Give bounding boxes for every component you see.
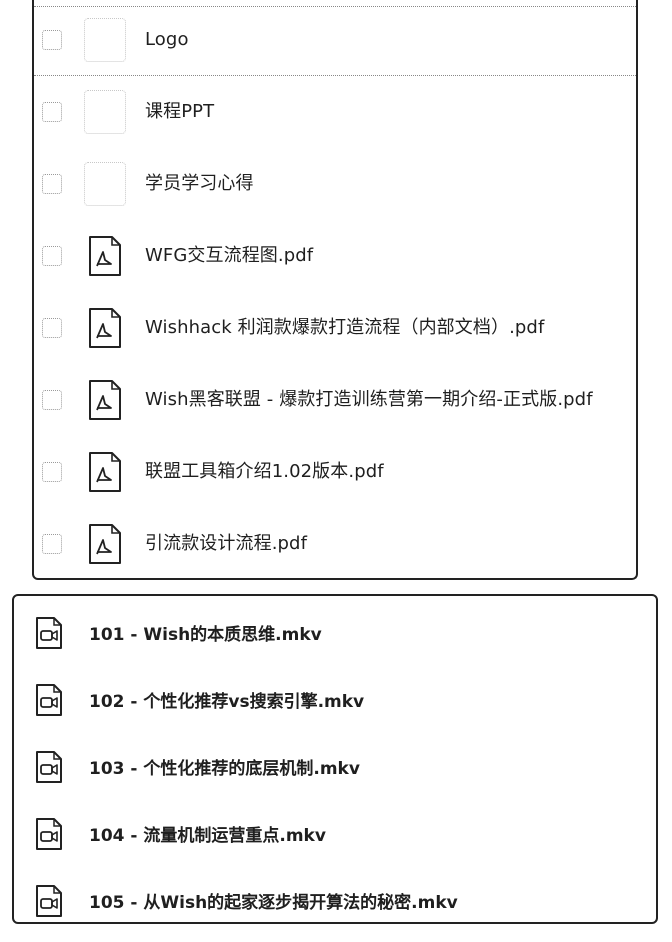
- video-file-icon: [34, 884, 64, 918]
- file-name[interactable]: 引流款设计流程.pdf: [145, 508, 307, 580]
- checkbox[interactable]: [42, 534, 62, 554]
- file-row[interactable]: 学员学习心得: [34, 148, 636, 220]
- checkbox[interactable]: [42, 174, 62, 194]
- file-row[interactable]: 引流款设计流程.pdf: [34, 508, 636, 580]
- file-row[interactable]: WFG交互流程图.pdf: [34, 220, 636, 292]
- checkbox[interactable]: [42, 318, 62, 338]
- video-file-icon: [34, 817, 64, 851]
- file-name[interactable]: 课程PPT: [145, 76, 214, 148]
- file-row[interactable]: Logo: [34, 4, 636, 76]
- video-row[interactable]: 105 - 从Wish的起家逐步揭开算法的秘密.mkv: [14, 864, 656, 931]
- video-file-name[interactable]: 105 - 从Wish的起家逐步揭开算法的秘密.mkv: [89, 864, 458, 942]
- file-row[interactable]: 联盟工具箱介绍1.02版本.pdf: [34, 436, 636, 508]
- checkbox[interactable]: [42, 390, 62, 410]
- file-row[interactable]: 课程PPT: [34, 76, 636, 148]
- file-row[interactable]: Wish黑客联盟 - 爆款打造训练营第一期介绍-正式版.pdf: [34, 364, 636, 436]
- file-name[interactable]: WFG交互流程图.pdf: [145, 220, 313, 292]
- pdf-file-icon: [84, 450, 126, 494]
- pdf-file-icon: [84, 378, 126, 422]
- videos-panel: 101 - Wish的本质思维.mkv 102 - 个性化推荐vs搜索引擎.mk…: [12, 594, 658, 924]
- pdf-file-icon: [84, 522, 126, 566]
- file-row[interactable]: Wishhack 利润款爆款打造流程（内部文档）.pdf: [34, 292, 636, 364]
- pdf-file-icon: [84, 234, 126, 278]
- video-row[interactable]: 101 - Wish的本质思维.mkv: [14, 596, 656, 663]
- checkbox[interactable]: [42, 30, 62, 50]
- checkbox[interactable]: [42, 462, 62, 482]
- video-row[interactable]: 104 - 流量机制运营重点.mkv: [14, 797, 656, 864]
- folder-thumbnail-icon: [84, 90, 126, 134]
- pdf-file-icon: [84, 306, 126, 350]
- video-row[interactable]: 103 - 个性化推荐的底层机制.mkv: [14, 730, 656, 797]
- video-file-icon: [34, 616, 64, 650]
- video-row[interactable]: 102 - 个性化推荐vs搜索引擎.mkv: [14, 663, 656, 730]
- video-file-icon: [34, 683, 64, 717]
- checkbox[interactable]: [42, 102, 62, 122]
- file-name[interactable]: 联盟工具箱介绍1.02版本.pdf: [145, 436, 384, 508]
- documents-panel: Logo 课程PPT 学员学习心得 WFG交互流程图.pdf Wishhack …: [32, 0, 638, 580]
- file-name[interactable]: Wishhack 利润款爆款打造流程（内部文档）.pdf: [145, 292, 544, 364]
- checkbox[interactable]: [42, 246, 62, 266]
- file-name[interactable]: 学员学习心得: [145, 148, 254, 220]
- file-name[interactable]: Wish黑客联盟 - 爆款打造训练营第一期介绍-正式版.pdf: [145, 364, 593, 436]
- video-file-icon: [34, 750, 64, 784]
- folder-thumbnail-icon: [84, 162, 126, 206]
- file-name[interactable]: Logo: [145, 4, 189, 76]
- folder-thumbnail-icon: [84, 18, 126, 62]
